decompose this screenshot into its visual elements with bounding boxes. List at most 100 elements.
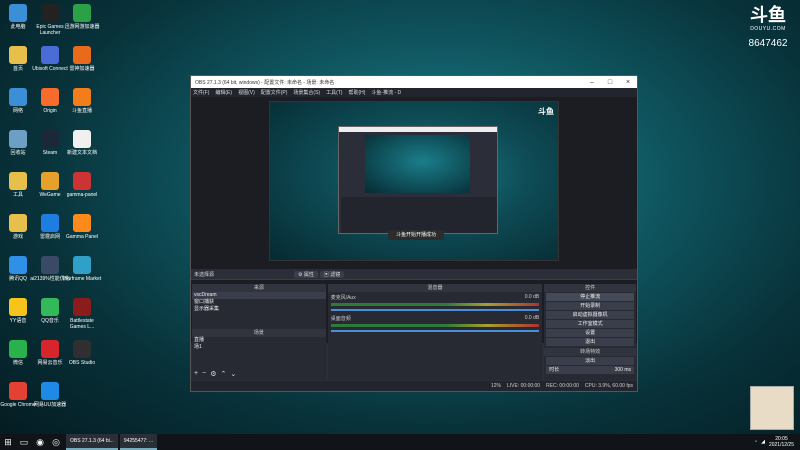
source-toolbar: 未选择源 ⚙ 属性 ▣ 滤镜 (191, 269, 637, 280)
volume-icon[interactable]: ◢ (761, 439, 765, 445)
properties-button[interactable]: ⚙ 属性 (294, 270, 318, 278)
clock[interactable]: 20:05 2021/12/25 (769, 436, 794, 448)
minimize-icon[interactable]: – (583, 79, 601, 86)
menu-item[interactable]: 视图(V) (238, 89, 255, 96)
app-icon (9, 382, 27, 400)
desktop-icon-label: 雷神加速器 (69, 66, 95, 72)
desktop-icon-label: Gamma Panel (66, 234, 98, 240)
app-icon (9, 130, 27, 148)
app-icon (41, 214, 59, 232)
app-icon (73, 214, 91, 232)
menu-item[interactable]: 帮助(H) (348, 89, 365, 96)
maximize-icon[interactable]: □ (601, 79, 619, 86)
desktop-icon[interactable]: Battlestate Games L... (62, 298, 102, 330)
edge-icon[interactable]: ◎ (48, 434, 64, 450)
app-icon (9, 298, 27, 316)
chrome-icon[interactable]: ◉ (32, 434, 48, 450)
source-item[interactable]: vscDream (192, 292, 326, 299)
desktop-icon[interactable]: OBS Studio (62, 340, 102, 366)
menu-item[interactable]: 编辑(E) (215, 89, 232, 96)
menu-item[interactable]: 配置文件(P) (261, 89, 288, 96)
sources-toolbar: + − ⚙ ⌃ ⌄ (194, 370, 236, 378)
control-button[interactable]: 停止推流 (546, 293, 635, 301)
transitions-header: 转场特效 (544, 348, 637, 356)
duration-field[interactable]: 时长 300 ms (546, 366, 635, 374)
gear-icon[interactable]: ⚙ (210, 370, 216, 378)
desktop-icon-label: 首页 (12, 66, 23, 72)
douyu-watermark: 斗鱼 DOUYU.COM 8647462 (744, 6, 792, 50)
control-button[interactable]: 退出 (546, 338, 635, 346)
app-icon (41, 298, 59, 316)
menu-item[interactable]: 文件(F) (193, 89, 209, 96)
source-item[interactable]: 显示器采集 (192, 306, 326, 313)
desktop-icon[interactable]: Warframe Market (62, 256, 102, 282)
desktop-icon-label: 腾讯QQ (9, 276, 27, 282)
transition-select[interactable]: 淡出 (546, 357, 635, 365)
add-icon[interactable]: + (194, 370, 198, 378)
filters-button[interactable]: ▣ 滤镜 (319, 270, 345, 278)
douyu-url: DOUYU.COM (750, 26, 786, 32)
desktop-icon-label: gamma-panel (66, 192, 98, 198)
no-source-label: 未选择源 (194, 271, 215, 278)
close-icon[interactable]: × (619, 79, 637, 86)
desktop-icon[interactable]: 雷神加速器 (62, 46, 102, 72)
duration-label: 时长 (549, 367, 560, 373)
stream-toast: 斗鱼开始开播成功 (388, 230, 444, 240)
preview-canvas[interactable]: 斗鱼 斗鱼开始开播成功 (269, 101, 559, 261)
rec-time: REC: 00:00:00 (546, 383, 579, 389)
desktop-icon-label: 斗鱼直播 (71, 108, 92, 114)
obs-window[interactable]: OBS 27.1.3 (64 bit, windows) - 配置文件: 未命名… (190, 75, 638, 392)
menu-item[interactable]: 斗鱼-推流 - D (371, 89, 401, 96)
obs-title: OBS 27.1.3 (64 bit, windows) - 配置文件: 未命名… (195, 79, 335, 86)
dropped-frames: 12% (490, 383, 501, 389)
desktop-icon-label: Steam (42, 150, 58, 156)
app-icon (73, 298, 91, 316)
volume-slider[interactable] (330, 309, 540, 311)
file-explorer-icon[interactable]: ▭ (16, 434, 32, 450)
obs-titlebar[interactable]: OBS 27.1.3 (64 bit, windows) - 配置文件: 未命名… (191, 76, 637, 88)
taskbar-task[interactable]: OBS 27.1.3 (64 bi... (66, 434, 118, 450)
down-icon[interactable]: ⌄ (230, 370, 236, 378)
control-button[interactable]: 工作室模式 (546, 320, 635, 328)
remove-icon[interactable]: − (202, 370, 206, 378)
desktop-icon-label: OBS Studio (68, 360, 96, 366)
controls-panel: 控件 停止推流 开始录制 启动虚拟摄像机 工作室模式 设置 退出 转场特效 淡出 时长 3… (544, 284, 637, 380)
desktop-icon-label: QQ音乐 (41, 318, 59, 324)
taskbar-task[interactable]: 94255477: ... (119, 434, 158, 450)
control-button[interactable]: 开始录制 (546, 302, 635, 310)
desktop-icon[interactable]: 新建文本文档 (62, 130, 102, 156)
up-icon[interactable]: ⌃ (220, 370, 226, 378)
desktop-icon[interactable]: 迅游网游加速器 (62, 4, 102, 30)
mixer-channel: 麦克风/Aux 0.0 dB (328, 292, 543, 313)
desktop-icon-label: YY语音 (9, 318, 27, 324)
sources-header: 来源 (192, 284, 326, 292)
app-icon (73, 130, 91, 148)
desktop-icon[interactable]: 斗鱼直播 (62, 88, 102, 114)
desktop-icon-label: 新建文本文档 (66, 150, 97, 156)
menu-item[interactable]: 工具(T) (326, 89, 342, 96)
live-time: LIVE: 00:00:00 (507, 383, 541, 389)
streamer-avatar (750, 386, 794, 430)
desktop-icon-label: 游戏 (12, 234, 23, 240)
desktop-icon[interactable]: gamma-panel (62, 172, 102, 198)
app-icon (73, 46, 91, 64)
desktop-icon[interactable]: 网易UU加速器 (30, 382, 70, 408)
desktop-icon-label: 网络 (12, 108, 23, 114)
volume-slider[interactable] (330, 330, 540, 332)
app-icon (73, 4, 91, 22)
menu-item[interactable]: 场景集合(S) (293, 89, 320, 96)
app-icon (73, 172, 91, 190)
windows-start-icon[interactable]: ⊞ (0, 434, 16, 450)
channel-name: 麦克风/Aux (330, 295, 356, 301)
desktop-icon-label: Origin (43, 108, 57, 114)
control-button[interactable]: 启动虚拟摄像机 (546, 311, 635, 319)
control-button[interactable]: 设置 (546, 329, 635, 337)
source-item[interactable]: 窗口捕获 (192, 299, 326, 306)
scene-item[interactable]: 场1 (192, 344, 326, 351)
app-icon (73, 340, 91, 358)
desktop-icon-label: 工具 (12, 192, 23, 198)
scene-item[interactable]: 直播 (192, 337, 326, 344)
desktop-icon[interactable]: Gamma Panel (62, 214, 102, 240)
controls-header: 控件 (544, 284, 637, 292)
network-icon[interactable]: ◔ (754, 439, 757, 445)
